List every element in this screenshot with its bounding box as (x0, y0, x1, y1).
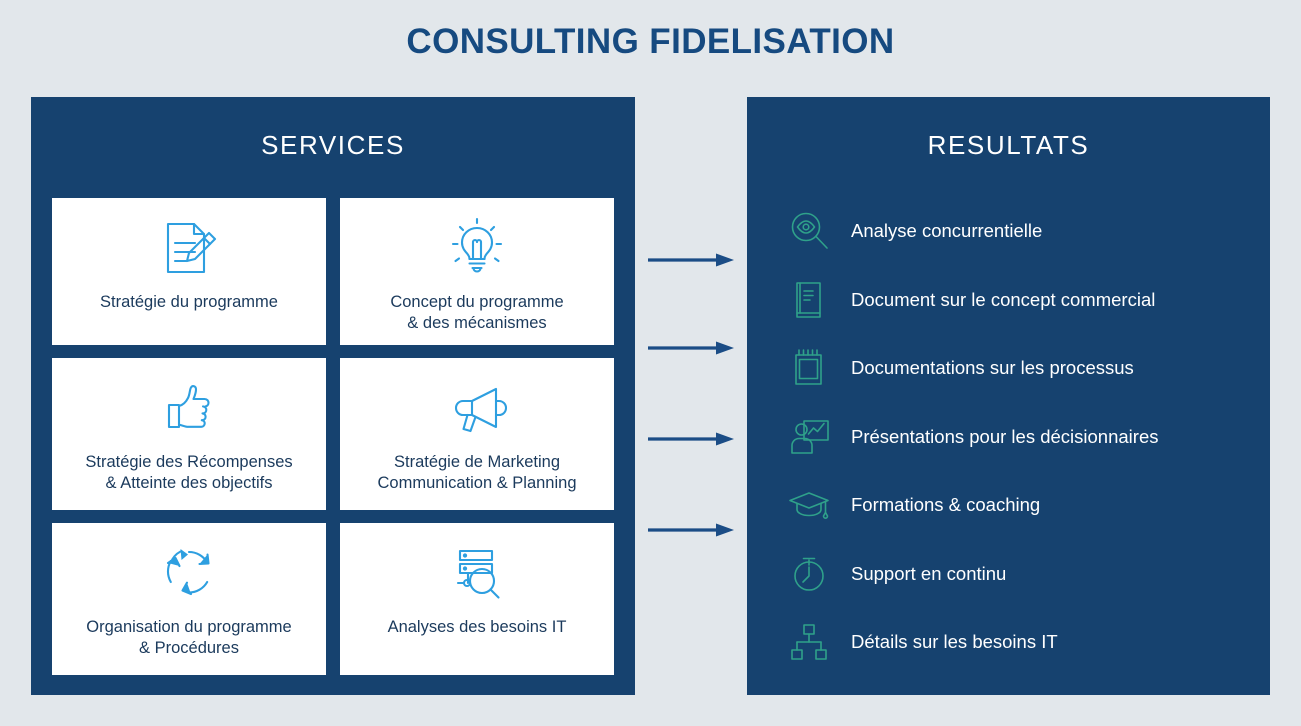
result-item-label: Support en continu (851, 562, 1007, 584)
service-card-label: Stratégie du programme (100, 293, 278, 311)
eye-magnifier-icon (783, 208, 835, 254)
megaphone-icon (444, 372, 510, 444)
graduation-cap-icon (783, 482, 835, 528)
service-card-analyses-des-besoins-it[interactable]: Analyses des besoins IT (340, 523, 614, 675)
stopwatch-icon (783, 551, 835, 597)
document-pencil-icon (156, 212, 222, 284)
services-panel-header: SERVICES (261, 130, 405, 160)
book-icon (783, 277, 835, 323)
services-panel: SERVICES Stratégie du programme Concept … (31, 97, 635, 695)
result-item-label: Présentations pour les décisionnaires (851, 425, 1159, 447)
notepad-icon (783, 345, 835, 391)
result-item-label: Document sur le concept commercial (851, 288, 1156, 310)
service-card-strategie-des-recompenses[interactable]: Stratégie des Récompenses & Atteinte des… (52, 358, 326, 510)
results-panel-header: RESULTATS (927, 130, 1090, 160)
result-item-label: Documentations sur les processus (851, 357, 1134, 379)
lightbulb-icon (444, 212, 510, 284)
result-item-support-en-continu[interactable]: Support en continu (783, 540, 1253, 609)
service-card-concept-du-programme[interactable]: Concept du programme & des mécanismes (340, 198, 614, 345)
presentation-person-icon (783, 414, 835, 460)
service-card-label: Organisation du programme & Procédures (86, 618, 292, 658)
server-search-icon (444, 537, 510, 609)
result-item-analyse-concurrentielle[interactable]: Analyse concurrentielle (783, 197, 1253, 266)
service-card-label: Stratégie de Marketing Communication & P… (377, 453, 577, 493)
service-card-label: Concept du programme & des mécanismes (390, 293, 564, 333)
services-grid: Stratégie du programme Concept du progra… (52, 198, 614, 675)
service-card-strategie-du-programme[interactable]: Stratégie du programme (52, 198, 326, 345)
results-panel: RESULTATS Analyse concurrentielle Docume… (747, 97, 1270, 695)
arrow-right-icon (648, 521, 736, 539)
org-chart-icon (783, 619, 835, 665)
result-item-label: Formations & coaching (851, 494, 1041, 516)
service-card-organisation-du-programme[interactable]: Organisation du programme & Procédures (52, 523, 326, 675)
page-title: CONSULTING FIDELISATION (406, 22, 895, 61)
results-list: Analyse concurrentielle Document sur le … (783, 197, 1253, 677)
service-card-label: Stratégie des Récompenses & Atteinte des… (85, 453, 293, 493)
service-card-strategie-de-marketing[interactable]: Stratégie de Marketing Communication & P… (340, 358, 614, 510)
result-item-formations-coaching[interactable]: Formations & coaching (783, 471, 1253, 540)
arrow-right-icon (648, 339, 736, 357)
result-item-documentations-processus[interactable]: Documentations sur les processus (783, 334, 1253, 403)
thumbs-up-icon (156, 372, 222, 444)
arrow-right-icon (648, 430, 736, 448)
service-card-label: Analyses des besoins IT (387, 618, 567, 636)
circular-arrows-icon (156, 537, 222, 609)
arrow-right-icon (648, 251, 736, 269)
result-item-label: Analyse concurrentielle (851, 220, 1043, 242)
result-item-label: Détails sur les besoins IT (851, 631, 1058, 653)
result-item-details-besoins-it[interactable]: Détails sur les besoins IT (783, 608, 1253, 677)
result-item-document-concept-commercial[interactable]: Document sur le concept commercial (783, 266, 1253, 335)
result-item-presentations-decisionnaires[interactable]: Présentations pour les décisionnaires (783, 403, 1253, 472)
